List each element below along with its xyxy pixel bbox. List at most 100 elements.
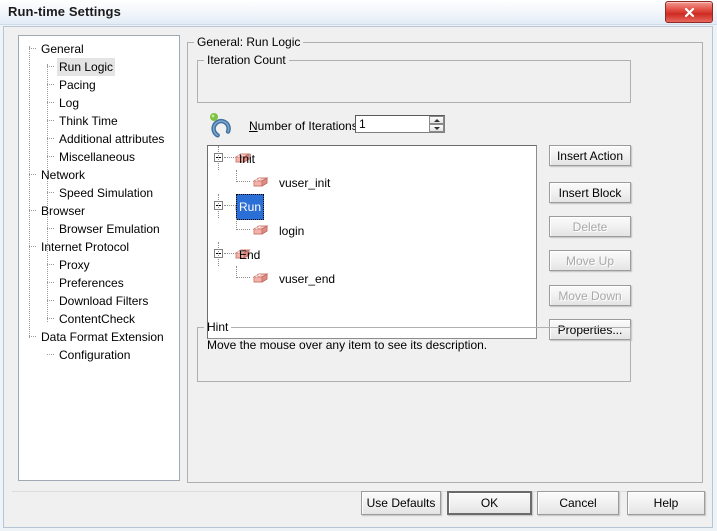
tree-branch-line [47,192,54,193]
sidebar-item-label: Data Format Extension [41,330,164,344]
number-of-iterations-label: Number of Iterations: [249,119,361,133]
stepper-down-button[interactable] [429,124,444,132]
iteration-count-group: Iteration Count [197,53,631,103]
button-label: Move Down [558,288,622,303]
action-block-icon [252,222,269,237]
tree-node-label: vuser_end [279,272,336,286]
tree-vertical-line [218,242,219,266]
iteration-label-rest: umber of Iterations: [257,119,362,133]
sidebar-item-label: Pacing [59,78,96,92]
number-of-iterations-input[interactable] [356,116,428,132]
action-block-icon [252,174,269,189]
button-label: OK [480,496,499,510]
title-bar: Run-time Settings [0,0,717,25]
sidebar-item-label: Download Filters [59,294,149,308]
tree-vertical-line [218,194,219,218]
number-of-iterations-stepper[interactable] [355,115,445,133]
sidebar-item-label: Speed Simulation [59,186,154,200]
move-up-button: Move Up [549,250,631,271]
tree-node-vuser-end[interactable]: vuser_end [208,266,536,290]
run-logic-tree[interactable]: Init vuser_init Run login End vuser_end [207,145,537,339]
runtime-settings-dialog: Run-time Settings General Run Logic Pacing… [0,0,717,531]
sidebar-item-miscellaneous[interactable]: Miscellaneous [19,148,179,166]
iteration-count-group-title: Iteration Count [207,53,286,67]
stepper-up-button[interactable] [429,116,444,124]
insert-action-button[interactable]: Insert Action [549,145,631,166]
insert-block-button[interactable]: Insert Block [549,182,631,203]
tree-node-run[interactable]: Run [208,194,536,220]
move-down-button: Move Down [549,285,631,306]
close-icon [666,2,712,22]
tree-branch-line [47,66,54,67]
sidebar-item-label: Log [59,96,80,110]
help-button[interactable]: Help [627,491,705,515]
sidebar-item-label: Preferences [59,276,124,290]
tree-branch-line [29,210,36,211]
tree-node-end[interactable]: End [208,242,536,266]
sidebar-item-contentcheck[interactable]: ContentCheck [19,310,179,328]
sidebar-item-preferences[interactable]: Preferences [19,274,179,292]
button-label: Help [653,496,679,510]
ok-button[interactable]: OK [447,491,532,515]
sidebar-item-label: Network [41,168,86,182]
tree-node-label: Init [239,152,256,166]
cancel-button[interactable]: Cancel [537,491,619,515]
sidebar-item-network[interactable]: Network [19,166,179,184]
settings-nav-panel[interactable]: General Run Logic Pacing Log Think Time Addit… [18,35,180,481]
sidebar-item-label: Additional attributes [59,132,165,146]
run-logic-group-title: General: Run Logic [197,35,301,49]
button-label: Insert Action [556,148,624,163]
stepper-buttons [429,116,444,132]
sidebar-item-pacing[interactable]: Pacing [19,76,179,94]
tree-branch-line [29,174,36,175]
tree-node-label: login [279,224,305,238]
sidebar-item-label: Run Logic [57,58,116,76]
sidebar-item-think-time[interactable]: Think Time [19,112,179,130]
sidebar-item-additional-attributes[interactable]: Additional attributes [19,130,179,148]
sidebar-item-browser[interactable]: Browser [19,202,179,220]
sidebar-item-data-format-extension[interactable]: Data Format Extension [19,328,179,346]
sidebar-item-log[interactable]: Log [19,94,179,112]
chevron-down-icon [433,126,440,130]
tree-branch-line [236,181,250,182]
sidebar-item-download-filters[interactable]: Download Filters [19,292,179,310]
sidebar-item-label: Think Time [59,114,118,128]
hint-group-title: Hint [207,320,229,334]
settings-content-pane: General: Run Logic Iteration Count Numbe… [187,35,703,483]
tree-branch-line [224,253,234,254]
sidebar-item-browser-emulation[interactable]: Browser Emulation [19,220,179,238]
button-label: Use Defaults [366,496,436,510]
tree-branch-line [47,120,54,121]
use-defaults-button[interactable]: Use Defaults [361,491,441,515]
sidebar-item-run-logic[interactable]: Run Logic [19,58,179,76]
sidebar-item-general[interactable]: General [19,40,179,58]
sidebar-item-speed-simulation[interactable]: Speed Simulation [19,184,179,202]
tree-branch-line [29,246,36,247]
close-button[interactable] [665,1,713,23]
sidebar-item-internet-protocol[interactable]: Internet Protocol [19,238,179,256]
tree-node-login[interactable]: login [208,218,536,242]
tree-branch-line [47,138,54,139]
button-label: Move Up [565,253,615,268]
button-label: Delete [572,219,608,234]
sidebar-item-label: ContentCheck [59,312,136,326]
tree-branch-line [47,228,54,229]
tree-branch-line [224,157,234,158]
tree-branch-line [47,354,54,355]
loop-iteration-icon [207,111,233,139]
tree-node-init[interactable]: Init [208,146,536,170]
tree-branch-line [29,48,36,49]
delete-button: Delete [549,216,631,237]
tree-node-vuser-init[interactable]: vuser_init [208,170,536,194]
sidebar-item-label: Miscellaneous [59,150,136,164]
sidebar-item-label: Internet Protocol [41,240,130,254]
window-title: Run-time Settings [8,4,121,19]
sidebar-item-proxy[interactable]: Proxy [19,256,179,274]
tree-branch-line [224,205,234,206]
tree-node-label: Run [236,194,265,220]
tree-vertical-line [218,146,219,170]
sidebar-item-label: Browser Emulation [59,222,160,236]
tree-branch-line [47,318,54,319]
sidebar-item-configuration[interactable]: Configuration [19,346,179,364]
run-logic-tree-list: Init vuser_init Run login End vuser_end [208,146,536,290]
